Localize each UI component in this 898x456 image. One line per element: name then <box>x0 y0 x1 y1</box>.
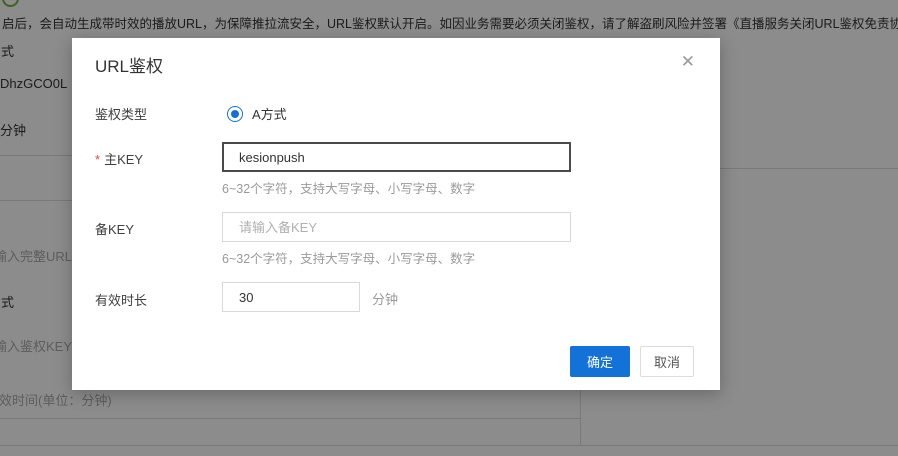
main-key-label: * 主KEY <box>95 149 143 168</box>
backup-key-label: 备KEY <box>95 222 135 237</box>
radio-dot <box>231 109 239 118</box>
validity-label: 有效时长 <box>95 293 148 308</box>
backup-key-input[interactable] <box>222 212 571 242</box>
dialog-title: URL鉴权 <box>95 57 164 76</box>
required-asterisk: * <box>95 152 101 167</box>
auth-type-option-label: A方式 <box>252 107 287 122</box>
confirm-button[interactable]: 确定 <box>570 346 630 377</box>
cancel-button[interactable]: 取消 <box>640 346 694 377</box>
main-key-label-text: 主KEY <box>104 152 144 167</box>
close-icon[interactable]: ✕ <box>681 53 695 70</box>
main-key-input[interactable] <box>222 142 571 172</box>
backup-key-hint: 6~32个字符，支持大写字母、小写字母、数字 <box>222 252 476 266</box>
validity-unit-label: 分钟 <box>372 292 399 307</box>
auth-type-radio[interactable]: A方式 <box>227 104 287 123</box>
url-auth-dialog: URL鉴权 ✕ 鉴权类型 A方式 *主KEY 6~32个字符，支持大写字母、小写… <box>72 38 720 390</box>
auth-type-label: 鉴权类型 <box>95 107 148 122</box>
radio-selected-icon <box>227 105 243 122</box>
main-key-hint: 6~32个字符，支持大写字母、小写字母、数字 <box>222 182 476 196</box>
validity-input[interactable] <box>222 282 360 312</box>
